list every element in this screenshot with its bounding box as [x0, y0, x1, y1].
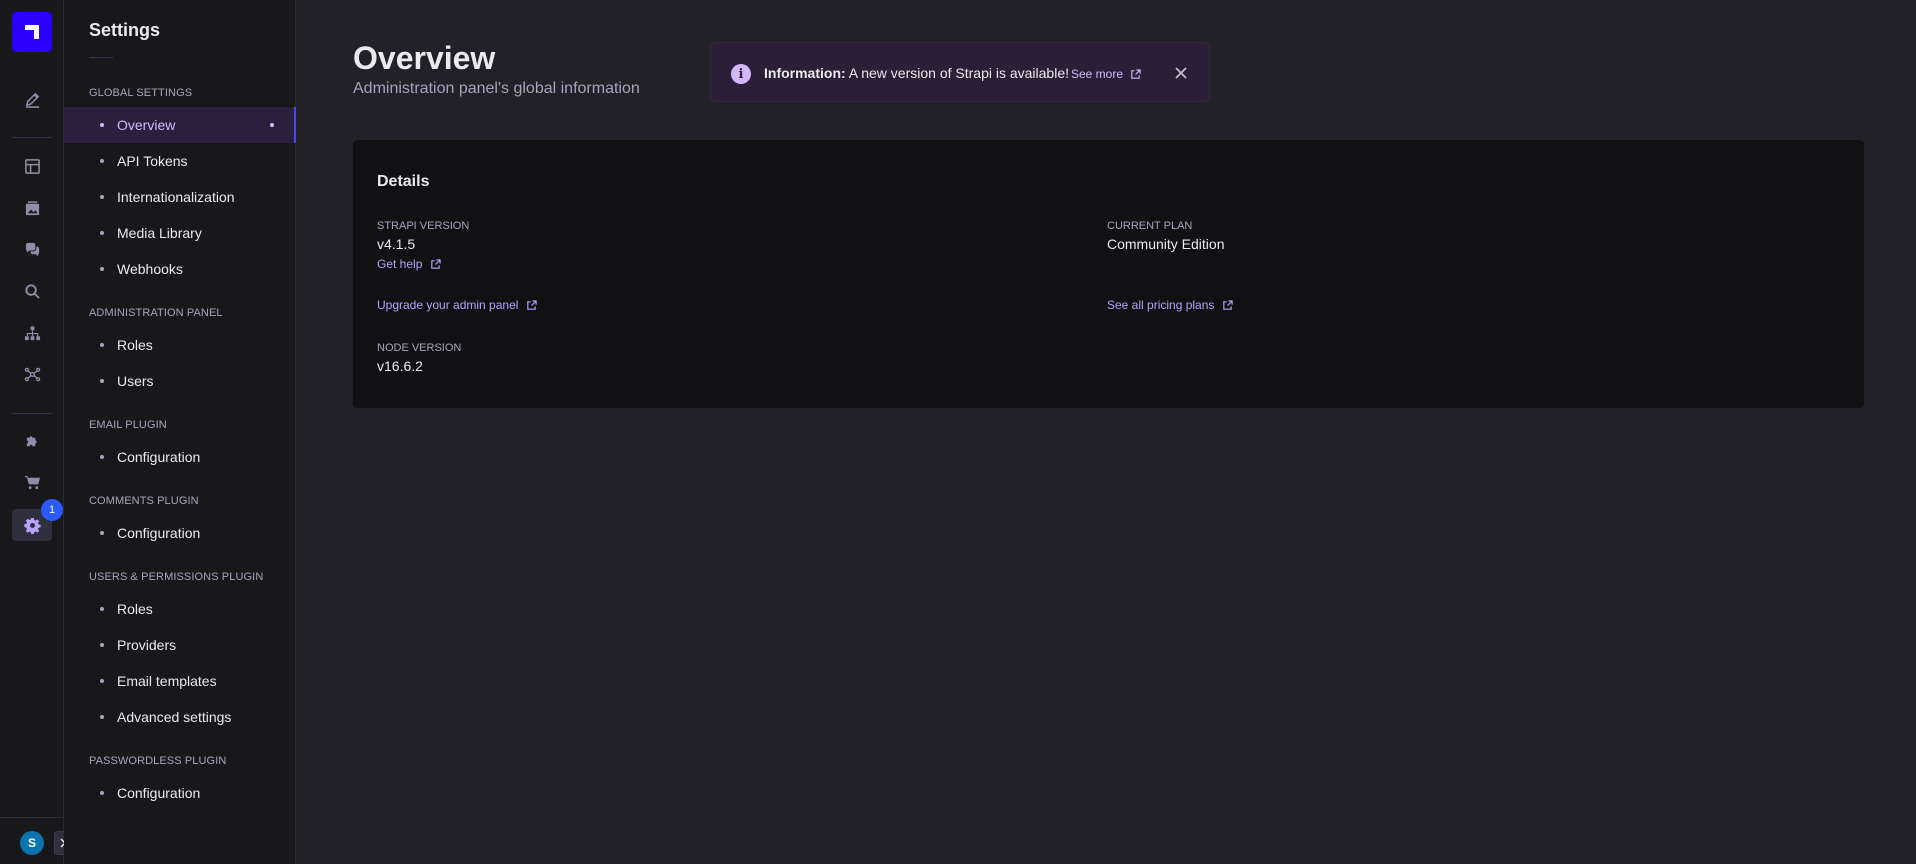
node-version-label: NODE VERSION: [377, 342, 462, 354]
sidebar-item-comments-configuration[interactable]: Configuration: [64, 515, 296, 551]
sidebar-item-label: Roles: [117, 337, 153, 353]
sidebar-item-label: API Tokens: [117, 153, 188, 169]
external-link-icon: [1222, 299, 1234, 311]
details-card: Details STRAPI VERSION v4.1.5 Get help C…: [353, 140, 1864, 408]
sidebar-item-label: Advanced settings: [117, 709, 232, 725]
settings-title: Settings: [89, 20, 161, 40]
upgrade-admin-label: Upgrade your admin panel: [377, 298, 519, 312]
page-subtitle: Administration panel's global informatio…: [353, 80, 640, 97]
strapi-version-value: v4.1.5: [377, 236, 416, 252]
section-global-settings: GLOBAL SETTINGS: [89, 87, 193, 99]
strapi-logo-icon: [25, 25, 39, 39]
bullet: [100, 123, 104, 127]
sidebar-item-providers[interactable]: Providers: [64, 627, 296, 663]
section-comments-plugin: COMMENTS PLUGIN: [89, 495, 199, 507]
section-users-permissions-plugin: USERS & PERMISSIONS PLUGIN: [89, 571, 264, 583]
graph-icon[interactable]: [12, 358, 52, 390]
close-alert-button[interactable]: [1171, 63, 1191, 83]
sidebar-item-email-configuration[interactable]: Configuration: [64, 439, 296, 475]
bullet: [100, 715, 104, 719]
user-avatar[interactable]: S: [20, 831, 44, 855]
bullet: [100, 455, 104, 459]
title-divider: [89, 57, 113, 58]
bullet: [100, 267, 104, 271]
bullet: [100, 195, 104, 199]
sidebar-item-label: Email templates: [117, 673, 217, 689]
media-library-icon[interactable]: [12, 192, 52, 224]
get-help-label: Get help: [377, 257, 423, 271]
alert-text: A new version of Strapi is available!: [848, 65, 1070, 81]
sidebar-item-up-roles[interactable]: Roles: [64, 591, 296, 627]
plugins-icon[interactable]: [12, 425, 52, 457]
see-more-label: See more: [1071, 67, 1124, 81]
bullet: [100, 159, 104, 163]
bullet: [100, 791, 104, 795]
sidebar-item-label: Configuration: [117, 525, 201, 541]
bullet: [100, 679, 104, 683]
bullet: [100, 343, 104, 347]
content-type-builder-icon[interactable]: [12, 150, 52, 182]
upgrade-admin-link[interactable]: Upgrade your admin panel: [377, 298, 538, 312]
marketplace-icon[interactable]: [12, 466, 52, 498]
bullet: [100, 607, 104, 611]
pricing-plans-link[interactable]: See all pricing plans: [1107, 298, 1234, 312]
details-title: Details: [377, 173, 430, 190]
pricing-plans-label: See all pricing plans: [1107, 298, 1215, 312]
sidebar-item-advanced-settings[interactable]: Advanced settings: [64, 699, 296, 735]
nav-divider: [12, 137, 52, 138]
alert-title: Information:: [764, 65, 846, 81]
bullet: [100, 531, 104, 535]
page-title: Overview: [353, 40, 496, 76]
sidebar-item-passwordless-configuration[interactable]: Configuration: [64, 775, 296, 811]
sidebar-item-label: Overview: [117, 117, 176, 133]
sidebar-item-label: Configuration: [117, 449, 201, 465]
section-email-plugin: EMAIL PLUGIN: [89, 419, 167, 431]
sidebar-item-label: Internationalization: [117, 189, 235, 205]
search-icon[interactable]: [12, 275, 52, 307]
external-link-icon: [1130, 68, 1141, 80]
main-nav-rail: 1 S: [0, 0, 72, 864]
external-link-icon: [430, 258, 442, 270]
sitemap-icon[interactable]: [12, 317, 52, 349]
update-alert: i Information: A new version of Strapi i…: [710, 42, 1210, 102]
sidebar-item-internationalization[interactable]: Internationalization: [64, 179, 296, 215]
rail-footer-divider: [0, 817, 64, 818]
current-plan-label: CURRENT PLAN: [1107, 220, 1193, 232]
sidebar-item-api-tokens[interactable]: API Tokens: [64, 143, 296, 179]
bullet: [100, 231, 104, 235]
current-plan-value: Community Edition: [1107, 236, 1225, 252]
sidebar-item-label: Users: [117, 373, 154, 389]
sidebar-item-media-library[interactable]: Media Library: [64, 215, 296, 251]
sidebar-item-label: Media Library: [117, 225, 202, 241]
sidebar-item-overview[interactable]: Overview: [64, 107, 296, 143]
sidebar-item-roles[interactable]: Roles: [64, 327, 296, 363]
node-version-value: v16.6.2: [377, 358, 423, 374]
see-more-link[interactable]: See more: [1071, 67, 1141, 81]
active-indicator: [270, 123, 274, 127]
sidebar-item-webhooks[interactable]: Webhooks: [64, 251, 296, 287]
bullet: [100, 379, 104, 383]
sidebar-item-label: Providers: [117, 637, 177, 653]
sidebar-item-email-templates[interactable]: Email templates: [64, 663, 296, 699]
comments-icon[interactable]: [12, 233, 52, 265]
sidebar-item-label: Webhooks: [117, 261, 183, 277]
alert-message: Information: A new version of Strapi is …: [764, 65, 1069, 81]
sidebar-item-label: Roles: [117, 601, 153, 617]
strapi-logo[interactable]: [12, 12, 52, 52]
strapi-version-label: STRAPI VERSION: [377, 220, 470, 232]
section-passwordless-plugin: PASSWORDLESS PLUGIN: [89, 755, 227, 767]
sidebar-item-label: Configuration: [117, 785, 201, 801]
get-help-link[interactable]: Get help: [377, 257, 442, 271]
settings-sidebar: Settings GLOBAL SETTINGS Overview API To…: [64, 0, 296, 864]
external-link-icon: [526, 299, 538, 311]
section-administration-panel: ADMINISTRATION PANEL: [89, 307, 223, 319]
sidebar-item-users[interactable]: Users: [64, 363, 296, 399]
close-icon: [1175, 67, 1187, 79]
nav-divider: [12, 413, 52, 414]
bullet: [100, 643, 104, 647]
content-manager-icon[interactable]: [12, 83, 52, 115]
info-icon: i: [731, 64, 751, 84]
notification-badge: 1: [41, 499, 63, 521]
